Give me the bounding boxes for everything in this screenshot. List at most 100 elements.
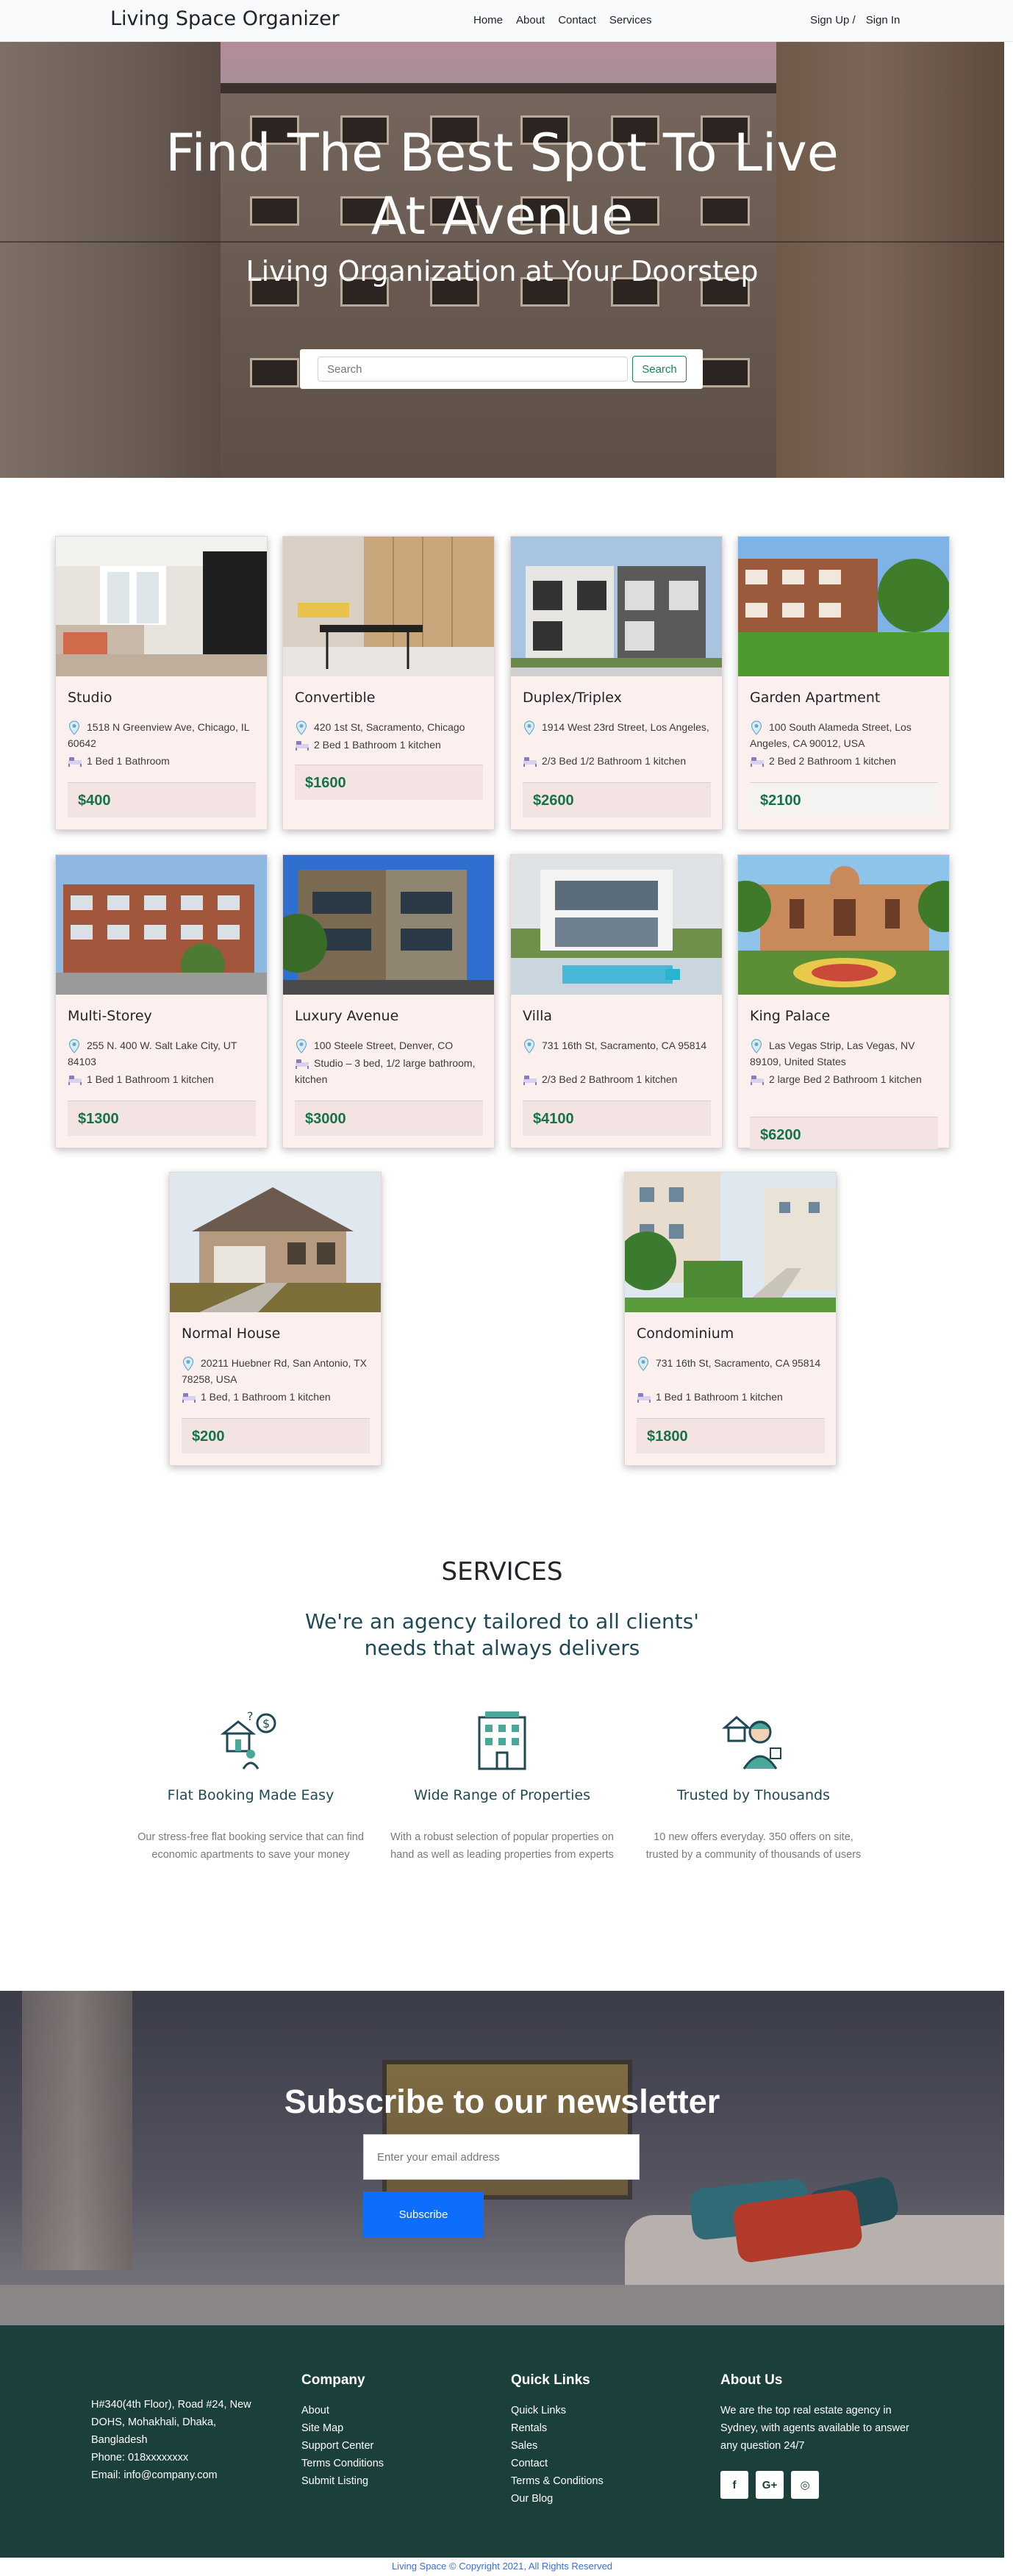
price-box: $2100 (750, 782, 938, 817)
search-button[interactable]: Search (632, 356, 687, 382)
footer-link-sales[interactable]: Sales (511, 2437, 604, 2455)
footer-link-terms-conditions[interactable]: Terms & Conditions (511, 2472, 604, 2490)
footer: H#340(4th Floor), Road #24, New DOHS, Mo… (0, 2325, 1004, 2558)
garden-apartment-image (738, 537, 949, 676)
listing-price: $2100 (760, 793, 801, 809)
footer-link-about[interactable]: About (301, 2402, 384, 2419)
footer-about-heading: About Us (720, 2372, 783, 2388)
listing-rooms: 1 Bed 1 Bathroom 1 kitchen (656, 1391, 783, 1403)
listing-card[interactable]: Studio 1518 N Greenview Ave, Chicago, IL… (55, 536, 268, 830)
svg-text:$: $ (262, 1717, 270, 1731)
listing-rooms: 2 large Bed 2 Bathroom 1 kitchen (769, 1073, 922, 1085)
nav-home-link[interactable]: Home (473, 14, 503, 26)
nav-services-link[interactable]: Services (609, 14, 652, 26)
footer-link-site-map[interactable]: Site Map (301, 2419, 384, 2437)
copyright-text: Living Space © Copyright 2021, All Right… (0, 2558, 1004, 2576)
service-description: Our stress-free flat booking service tha… (137, 1831, 364, 1861)
listing-title: Studio (68, 690, 112, 706)
footer-about-text: We are the top real estate agency in Syd… (720, 2405, 909, 2452)
listing-address: 731 16th St, Sacramento, CA 95814 (542, 1040, 707, 1051)
auth-links: Sign Up / Sign In (810, 14, 900, 26)
listing-price: $1600 (305, 775, 346, 791)
listing-card[interactable]: Garden Apartment 100 South Alameda Stree… (737, 536, 950, 830)
service-description: With a robust selection of popular prope… (390, 1831, 614, 1861)
price-box: $2600 (523, 782, 711, 817)
footer-link-blog[interactable]: Our Blog (511, 2490, 604, 2508)
listing-address: 420 1st St, Sacramento, Chicago (314, 721, 465, 733)
listing-price: $400 (78, 793, 111, 809)
hero-search-box: Search (300, 349, 703, 389)
listing-card[interactable]: Villa 731 16th St, Sacramento, CA 95814 … (510, 854, 723, 1148)
services-subheading: We're an agency tailored to all clients'… (304, 1609, 699, 1660)
price-box: $4100 (523, 1101, 711, 1136)
multi-storey-image (56, 855, 267, 995)
listing-address: 1914 West 23rd Street, Los Angeles, (542, 721, 709, 733)
newsletter-title: Subscribe to our newsletter (284, 2083, 720, 2120)
top-navbar: Living Space Organizer Home About Contac… (0, 0, 1013, 42)
listing-address: 1518 N Greenview Ave, Chicago, IL 60642 (68, 721, 250, 749)
listing-price: $200 (192, 1428, 225, 1445)
listing-title: Normal House (182, 1325, 281, 1342)
convertible-image (283, 537, 494, 676)
footer-email: Email: info@company.com (91, 2469, 218, 2481)
listing-address: 20211 Huebner Rd, San Antonio, TX 78258,… (182, 1357, 367, 1385)
listing-card[interactable]: King Palace Las Vegas Strip, Las Vegas, … (737, 854, 950, 1149)
agent-icon (722, 1716, 781, 1770)
listing-address: 100 Steele Street, Denver, CO (314, 1040, 454, 1051)
service-name: Trusted by Thousands (676, 1787, 830, 1803)
footer-link-rentals[interactable]: Rentals (511, 2419, 604, 2437)
footer-link-submit-listing[interactable]: Submit Listing (301, 2472, 384, 2490)
listing-card[interactable]: Duplex/Triplex 1914 West 23rd Street, Lo… (510, 536, 723, 830)
listing-card[interactable]: Condominium 731 16th St, Sacramento, CA … (624, 1172, 837, 1466)
listing-price: $4100 (533, 1111, 574, 1127)
listing-card[interactable]: Normal House 20211 Huebner Rd, San Anton… (169, 1172, 382, 1466)
listing-rooms: 1 Bed 1 Bathroom (87, 755, 170, 767)
newsletter-email-input[interactable] (363, 2134, 640, 2180)
condominium-image (625, 1173, 836, 1312)
nav-contact-link[interactable]: Contact (558, 14, 596, 26)
listing-rooms: 2/3 Bed 2 Bathroom 1 kitchen (542, 1073, 678, 1085)
footer-link-contact[interactable]: Contact (511, 2455, 604, 2472)
listing-address: 100 South Alameda Street, Los Angeles, C… (750, 721, 912, 749)
price-box: $1600 (295, 765, 483, 800)
luxury-avenue-image (283, 855, 494, 995)
footer-link-support-center[interactable]: Support Center (301, 2437, 384, 2455)
listing-rooms: 2 Bed 1 Bathroom 1 kitchen (314, 739, 441, 751)
footer-quick-links-column: Quick Links Quick Links Rentals Sales Co… (511, 2372, 604, 2508)
brand-logo-text[interactable]: Living Space Organizer (110, 7, 340, 30)
king-palace-image (738, 855, 949, 995)
house-money-icon: $ ? (220, 1709, 276, 1770)
listing-title: Villa (523, 1008, 553, 1024)
price-box: $1300 (68, 1101, 256, 1136)
listing-card[interactable]: Convertible 420 1st St, Sacramento, Chic… (282, 536, 495, 830)
listing-title: King Palace (750, 1008, 831, 1024)
listing-card[interactable]: Multi-Storey 255 N. 400 W. Salt Lake Cit… (55, 854, 268, 1148)
studio-image (56, 537, 267, 676)
footer-link-quick-links[interactable]: Quick Links (511, 2402, 604, 2419)
listing-rooms: 1 Bed 1 Bathroom 1 kitchen (87, 1073, 214, 1085)
instagram-icon[interactable]: ◎ (791, 2471, 819, 2499)
service-name: Flat Booking Made Easy (167, 1787, 334, 1803)
footer-address: H#340(4th Floor), Road #24, New DOHS, Mo… (91, 2399, 251, 2446)
listing-title: Multi-Storey (68, 1008, 152, 1024)
listing-price: $1800 (647, 1428, 688, 1445)
facebook-icon[interactable]: f (720, 2471, 748, 2499)
social-links: f G+ ◎ (720, 2471, 919, 2499)
svg-text:?: ? (247, 1709, 254, 1723)
hero-title: Find The Best Spot To Live At Avenue (165, 123, 839, 246)
subscribe-button[interactable]: Subscribe (363, 2192, 484, 2238)
footer-phone: Phone: 018xxxxxxxx (91, 2452, 189, 2464)
footer-company-column: Company About Site Map Support Center Te… (301, 2372, 384, 2490)
listing-card[interactable]: Luxury Avenue 100 Steele Street, Denver,… (282, 854, 495, 1148)
sign-up-link[interactable]: Sign Up / (810, 14, 856, 26)
nav-about-link[interactable]: About (516, 14, 545, 26)
footer-link-terms[interactable]: Terms Conditions (301, 2455, 384, 2472)
sign-in-link[interactable]: Sign In (866, 14, 901, 26)
listing-price: $3000 (305, 1111, 346, 1127)
duplex-image (511, 537, 722, 676)
normal-house-image (170, 1173, 381, 1312)
google-plus-icon[interactable]: G+ (756, 2471, 784, 2499)
service-name: Wide Range of Properties (413, 1787, 591, 1803)
listing-price: $1300 (78, 1111, 119, 1127)
search-input[interactable] (318, 357, 628, 382)
